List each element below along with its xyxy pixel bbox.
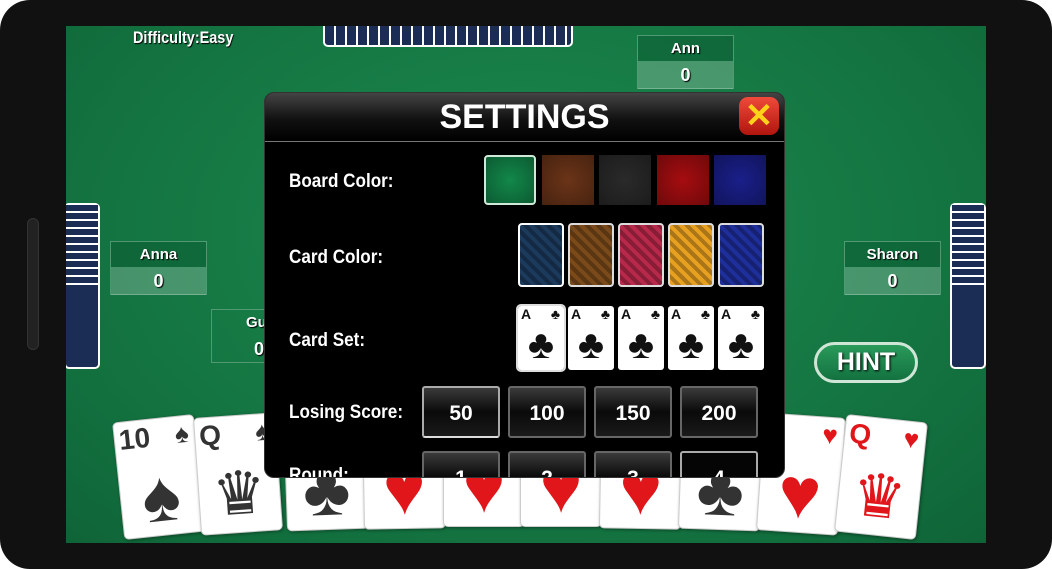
card-set-option[interactable]: A ♣ ♣ bbox=[618, 306, 664, 370]
club-icon: ♣ bbox=[627, 323, 655, 367]
round-button-4[interactable]: 4 bbox=[680, 451, 758, 477]
club-icon: ♣ bbox=[550, 306, 560, 322]
hand-card[interactable]: Q ♥ ♛ bbox=[834, 414, 928, 540]
card-back-option[interactable] bbox=[518, 223, 564, 287]
losing-score-button-50[interactable]: 50 bbox=[422, 386, 500, 438]
player-box-anna: Anna 0 bbox=[110, 241, 207, 295]
player-score: 0 bbox=[638, 61, 733, 89]
board-color-label: Board Color: bbox=[289, 171, 394, 192]
settings-title: SETTINGS bbox=[265, 93, 784, 142]
card-set-option[interactable]: A ♣ ♣ bbox=[516, 304, 566, 372]
round-button-2[interactable]: 2 bbox=[508, 451, 586, 477]
player-box-sharon: Sharon 0 bbox=[844, 241, 941, 295]
club-icon: ♣ bbox=[700, 306, 710, 322]
close-icon[interactable]: ✕ bbox=[739, 97, 779, 135]
board-color-swatch[interactable] bbox=[657, 155, 709, 205]
round-button-1[interactable]: 1 bbox=[422, 451, 500, 477]
card-back-option[interactable] bbox=[718, 223, 764, 287]
card-back-option[interactable] bbox=[618, 223, 664, 287]
club-icon: ♣ bbox=[577, 323, 605, 367]
settings-dialog: SETTINGS ✕ Board Color: Card Color: Card… bbox=[264, 92, 785, 478]
board-color-swatch[interactable] bbox=[599, 155, 651, 205]
board-color-swatch[interactable] bbox=[542, 155, 594, 205]
top-opponent-cards bbox=[323, 26, 573, 47]
card-set-label: Card Set: bbox=[289, 330, 366, 351]
club-icon: ♣ bbox=[600, 306, 610, 322]
club-icon: ♣ bbox=[727, 323, 755, 367]
card-rank: Q bbox=[198, 419, 223, 452]
suit-icon: ♥ bbox=[902, 423, 921, 455]
losing-score-button-150[interactable]: 150 bbox=[594, 386, 672, 438]
player-score: 0 bbox=[111, 267, 206, 295]
card-rank: A bbox=[571, 306, 582, 322]
card-rank: 10 bbox=[117, 421, 152, 456]
suit-icon: ♠ bbox=[173, 417, 191, 450]
card-rank: A bbox=[621, 306, 632, 322]
hand-card[interactable]: 10 ♠ ♠ bbox=[112, 414, 206, 540]
card-back-option[interactable] bbox=[668, 223, 714, 287]
card-set-option[interactable]: A ♣ ♣ bbox=[718, 306, 764, 370]
player-score: 0 bbox=[845, 267, 940, 295]
player-name: Sharon bbox=[845, 242, 940, 267]
suit-icon: ♠ bbox=[137, 455, 185, 539]
right-opponent-cards bbox=[950, 203, 986, 369]
board-color-swatch[interactable] bbox=[714, 155, 766, 205]
card-set-option[interactable]: A ♣ ♣ bbox=[668, 306, 714, 370]
card-color-label: Card Color: bbox=[289, 247, 384, 268]
club-icon: ♣ bbox=[650, 306, 660, 322]
losing-score-button-100[interactable]: 100 bbox=[508, 386, 586, 438]
club-icon: ♣ bbox=[677, 323, 705, 367]
card-rank: A bbox=[521, 306, 532, 322]
player-name: Ann bbox=[638, 36, 733, 61]
card-rank: Q bbox=[847, 417, 873, 451]
card-set-option[interactable]: A ♣ ♣ bbox=[568, 306, 614, 370]
losing-score-label: Losing Score: bbox=[289, 402, 404, 423]
club-icon: ♣ bbox=[527, 323, 555, 367]
round-label: Round: bbox=[289, 465, 349, 478]
board-color-swatch[interactable] bbox=[484, 155, 536, 205]
club-icon: ♣ bbox=[750, 306, 760, 322]
losing-score-button-200[interactable]: 200 bbox=[680, 386, 758, 438]
card-back-option[interactable] bbox=[568, 223, 614, 287]
difficulty-label: Difficulty:Easy bbox=[133, 28, 234, 47]
queen-figure-icon: ♛ bbox=[848, 460, 910, 533]
hint-button[interactable]: HINT bbox=[814, 342, 918, 383]
left-opponent-cards bbox=[66, 203, 100, 369]
player-name: Anna bbox=[111, 242, 206, 267]
device-side-button bbox=[27, 218, 39, 350]
card-rank: A bbox=[671, 306, 682, 322]
round-button-3[interactable]: 3 bbox=[594, 451, 672, 477]
suit-icon: ♥ bbox=[821, 419, 839, 451]
player-box-ann: Ann 0 bbox=[637, 35, 734, 89]
card-rank: A bbox=[721, 306, 732, 322]
